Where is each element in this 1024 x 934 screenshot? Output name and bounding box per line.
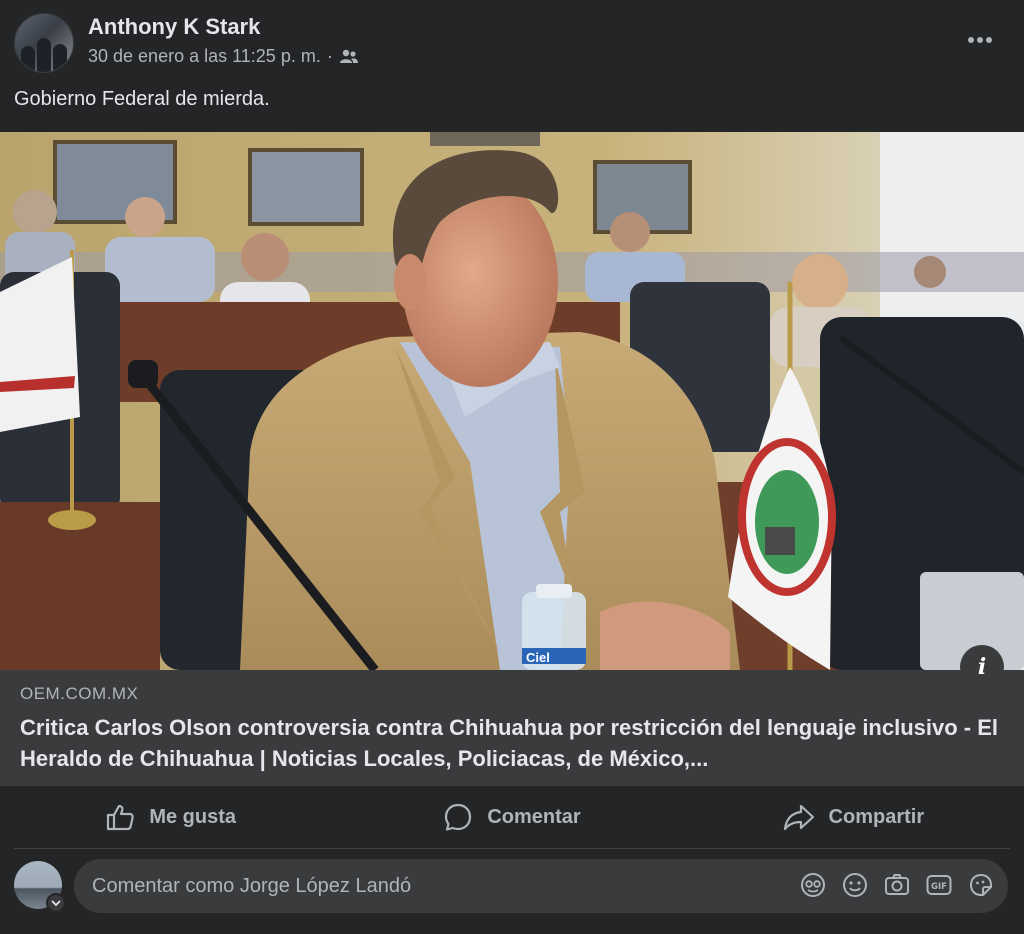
avatar-sticker-icon[interactable] (800, 872, 826, 898)
sticker-icon[interactable] (968, 872, 994, 898)
post-text: Gobierno Federal de mierda. (14, 88, 270, 110)
bottle-label: Ciel (526, 650, 550, 665)
svg-text:GIF: GIF (931, 882, 947, 892)
more-dots-icon (968, 37, 992, 43)
post-header: Anthony K Stark 30 de enero a las 11:25 … (0, 0, 1024, 132)
chevron-down-icon[interactable] (46, 893, 66, 913)
share-button[interactable]: Compartir (683, 786, 1024, 848)
post-meta: 30 de enero a las 11:25 p. m. · (88, 46, 359, 67)
like-label: Me gusta (149, 805, 236, 828)
share-arrow-icon (783, 804, 814, 831)
photo-illustration: Ciel (0, 132, 1024, 670)
meta-separator: · (326, 46, 333, 66)
avatar-figure (21, 46, 35, 72)
post-timestamp[interactable]: 30 de enero a las 11:25 p. m. (88, 46, 321, 67)
comment-placeholder: Comentar como Jorge López Landó (92, 875, 412, 897)
thumbs-up-icon (107, 804, 135, 831)
post-actions: Me gusta Comentar Compartir (0, 786, 1024, 848)
comment-label: Comentar (487, 805, 581, 828)
avatar-figure (53, 44, 67, 72)
like-button[interactable]: Me gusta (0, 786, 341, 848)
link-card[interactable]: OEM.COM.MX Critica Carlos Olson controve… (0, 670, 1024, 786)
comment-button[interactable]: Comentar (341, 786, 682, 848)
info-icon[interactable]: i (960, 645, 1004, 689)
comment-tools: GIF (800, 872, 994, 898)
camera-icon[interactable] (884, 872, 910, 898)
link-preview-image[interactable]: Ciel (0, 132, 1024, 670)
more-options-button[interactable] (962, 22, 998, 58)
author-avatar[interactable] (14, 13, 74, 73)
link-domain: OEM.COM.MX (20, 684, 139, 703)
author-name[interactable]: Anthony K Stark (88, 14, 260, 40)
share-label: Compartir (828, 805, 925, 828)
comment-bubble-icon (445, 803, 472, 831)
comment-input[interactable]: Comentar como Jorge López Landó GIF (74, 859, 1008, 913)
gif-icon[interactable]: GIF (926, 872, 952, 898)
friends-icon (339, 49, 359, 65)
emoji-icon[interactable] (842, 872, 868, 898)
divider (14, 848, 1010, 849)
link-title[interactable]: Critica Carlos Olson controversia contra… (20, 712, 1000, 774)
avatar-figure (37, 38, 51, 72)
